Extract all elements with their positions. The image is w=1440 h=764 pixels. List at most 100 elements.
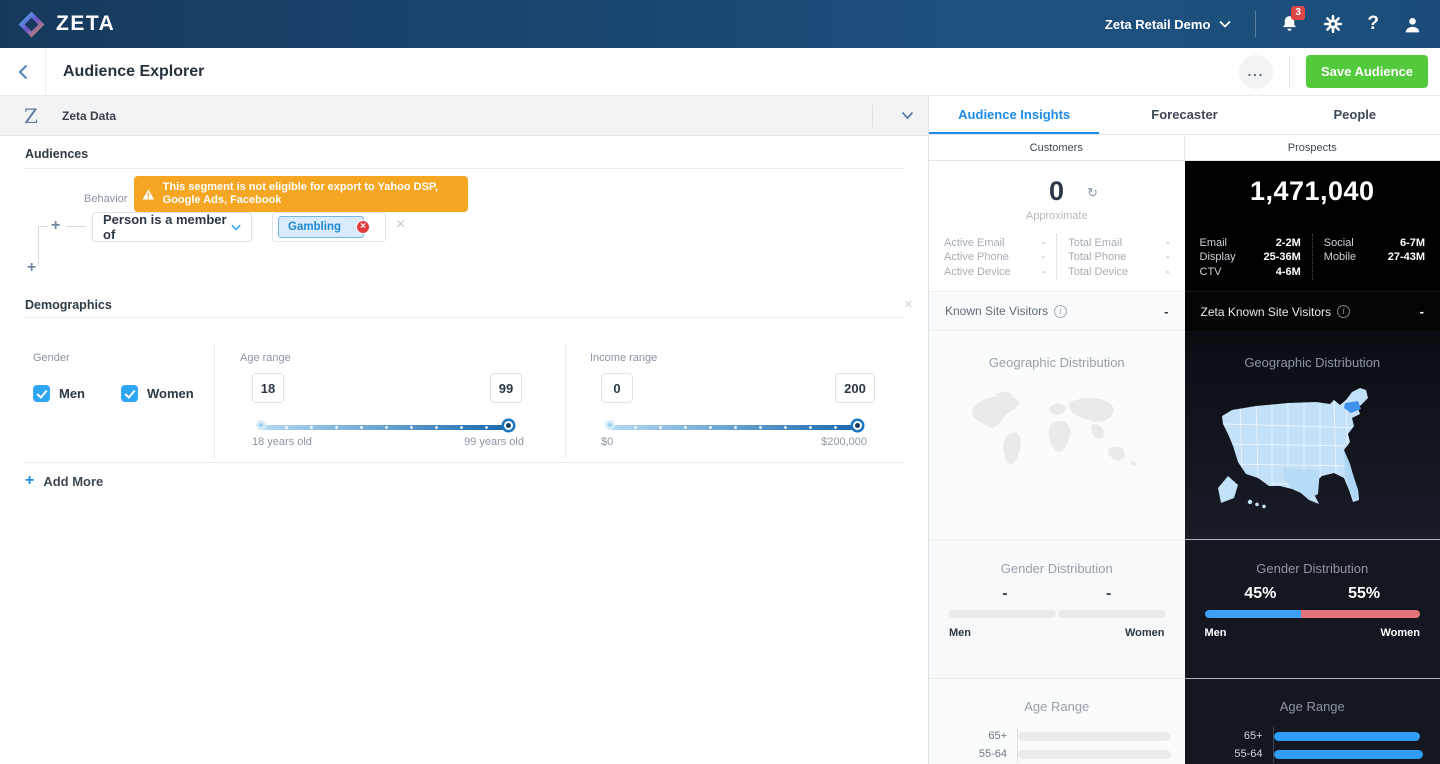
remove-demographics-button[interactable]: × bbox=[904, 296, 913, 313]
more-actions-button[interactable]: ... bbox=[1239, 55, 1273, 89]
audience-builder-panel: Z Zeta Data Audiences This segment is no… bbox=[0, 96, 928, 764]
user-button[interactable] bbox=[1403, 15, 1422, 34]
gender-label: Gender bbox=[33, 352, 70, 364]
income-slider bbox=[605, 419, 859, 437]
women-label: Women bbox=[1125, 627, 1165, 639]
stat-label: Active Email bbox=[944, 237, 1005, 249]
refresh-icon[interactable]: ↻ bbox=[1087, 185, 1098, 201]
income-slider-track[interactable] bbox=[609, 425, 855, 430]
tab-people[interactable]: People bbox=[1270, 96, 1440, 134]
add-more-label: Add More bbox=[43, 474, 103, 489]
men-label: Men bbox=[949, 627, 971, 639]
men-value: 45% bbox=[1209, 585, 1313, 603]
add-group-button[interactable]: + bbox=[27, 261, 36, 275]
save-audience-button[interactable]: Save Audience bbox=[1306, 55, 1428, 88]
customers-count-caption: Approximate bbox=[929, 210, 1185, 222]
age-row-label: 65+ bbox=[1185, 730, 1273, 742]
age-slider-track[interactable] bbox=[260, 425, 506, 430]
page-title: Audience Explorer bbox=[63, 63, 204, 81]
demographics-bottom-divider bbox=[25, 462, 903, 463]
income-max-input[interactable] bbox=[835, 373, 875, 403]
remove-tag-icon[interactable]: × bbox=[356, 220, 370, 234]
age-bar bbox=[1018, 732, 1171, 741]
insights-tabs: Audience Insights Forecaster People bbox=[929, 96, 1440, 135]
info-icon[interactable]: i bbox=[1337, 305, 1350, 318]
age-slider-max-handle[interactable] bbox=[504, 421, 513, 430]
customers-column-header[interactable]: Customers bbox=[929, 135, 1185, 161]
zeta-brand[interactable]: ZETA bbox=[18, 11, 115, 38]
women-bar-segment bbox=[1058, 610, 1165, 618]
stat-value: 25-36M bbox=[1263, 251, 1300, 263]
stat-label: Total Phone bbox=[1068, 251, 1126, 263]
known-visitors-row: Known Site Visitorsi - Zeta Known Site V… bbox=[929, 291, 1440, 331]
gender-distribution-row: Gender Distribution - - Men Women bbox=[929, 539, 1440, 678]
segment-tag[interactable]: Gambling × bbox=[278, 216, 364, 238]
chevron-left-icon bbox=[18, 64, 28, 80]
segment-tag-container[interactable]: Gambling × bbox=[272, 212, 386, 242]
chevron-down-icon bbox=[231, 224, 241, 231]
stat-label: Email bbox=[1200, 237, 1228, 249]
age-title: Age Range bbox=[1185, 699, 1440, 714]
customers-counts: 0 ↻ Approximate Active Email- Active Pho… bbox=[929, 161, 1185, 291]
column-headers: Customers Prospects bbox=[929, 135, 1440, 161]
stat-label: CTV bbox=[1200, 266, 1222, 278]
known-visitors-value: - bbox=[1420, 304, 1424, 319]
stat-value: - bbox=[1042, 251, 1046, 263]
prospects-counts: 1,471,040 Email2-2M Display25-36M CTV4-6… bbox=[1185, 161, 1440, 291]
export-warning-banner: This segment is not eligible for export … bbox=[134, 176, 468, 212]
plus-icon: + bbox=[25, 472, 34, 490]
help-icon: ? bbox=[1367, 13, 1379, 35]
women-value: - bbox=[1057, 585, 1161, 603]
help-button[interactable]: ? bbox=[1367, 13, 1379, 35]
men-bar-segment bbox=[1205, 610, 1302, 618]
demographics-divider bbox=[25, 317, 903, 318]
checkbox-women-box[interactable] bbox=[121, 385, 138, 402]
collapse-chevron-icon[interactable] bbox=[901, 111, 914, 120]
stat-label: Active Phone bbox=[944, 251, 1009, 263]
back-button[interactable] bbox=[0, 48, 46, 95]
age-max-caption: 99 years old bbox=[452, 436, 524, 448]
brand-text: ZETA bbox=[56, 12, 115, 36]
notifications-button[interactable]: 3 bbox=[1280, 14, 1299, 34]
age-slider-min-handle[interactable] bbox=[256, 420, 266, 430]
prospects-column-header[interactable]: Prospects bbox=[1185, 135, 1440, 161]
income-slider-min-handle[interactable] bbox=[605, 420, 615, 430]
chevron-down-icon bbox=[1219, 20, 1231, 28]
user-icon bbox=[1403, 15, 1422, 34]
customers-gender: Gender Distribution - - Men Women bbox=[929, 539, 1185, 678]
page-header: Audience Explorer ... Save Audience bbox=[0, 48, 1440, 96]
prospects-count: 1,471,040 bbox=[1185, 176, 1440, 207]
checkbox-men-box[interactable] bbox=[33, 385, 50, 402]
age-bar bbox=[1018, 750, 1171, 759]
tab-forecaster[interactable]: Forecaster bbox=[1099, 96, 1269, 134]
operator-dropdown[interactable]: Person is a member of bbox=[92, 212, 252, 242]
age-max-input[interactable] bbox=[490, 373, 522, 403]
operator-value: Person is a member of bbox=[103, 212, 231, 242]
zeta-data-bar[interactable]: Z Zeta Data bbox=[0, 96, 928, 136]
remove-rule-button[interactable]: × bbox=[396, 216, 405, 234]
top-navbar: ZETA Zeta Retail Demo 3 bbox=[0, 0, 1440, 48]
age-min-input[interactable] bbox=[252, 373, 284, 403]
geo-title: Geographic Distribution bbox=[1185, 355, 1440, 370]
women-label: Women bbox=[1380, 627, 1420, 639]
income-slider-max-handle[interactable] bbox=[853, 421, 862, 430]
checkbox-men[interactable]: Men bbox=[33, 385, 85, 402]
account-menu[interactable]: Zeta Retail Demo bbox=[1105, 17, 1231, 32]
checkbox-women[interactable]: Women bbox=[121, 385, 194, 402]
add-more-button[interactable]: + Add More bbox=[25, 472, 103, 490]
world-map bbox=[955, 384, 1159, 494]
customers-known-visitors: Known Site Visitorsi - bbox=[929, 291, 1185, 331]
stat-value: - bbox=[1042, 237, 1046, 249]
customers-geo: Geographic Distribution bbox=[929, 331, 1185, 539]
settings-button[interactable] bbox=[1323, 14, 1343, 34]
age-chart: 65+ 55-64 bbox=[929, 727, 1185, 763]
add-condition-button[interactable]: + bbox=[51, 219, 60, 233]
info-icon[interactable]: i bbox=[1054, 305, 1067, 318]
stat-value: 6-7M bbox=[1400, 237, 1425, 249]
women-value: 55% bbox=[1312, 585, 1416, 603]
income-min-input[interactable] bbox=[601, 373, 633, 403]
gender-title: Gender Distribution bbox=[929, 561, 1185, 576]
tab-audience-insights[interactable]: Audience Insights bbox=[929, 96, 1099, 134]
gender-title: Gender Distribution bbox=[1185, 561, 1440, 576]
stat-label: Total Email bbox=[1068, 237, 1122, 249]
